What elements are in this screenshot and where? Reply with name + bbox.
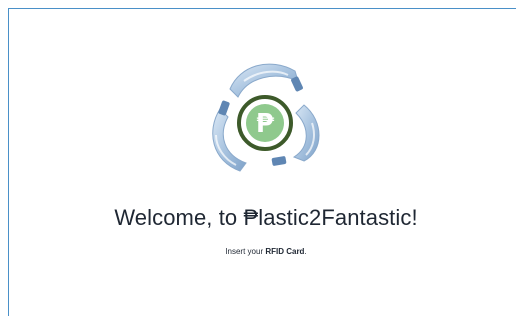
instruction-before: Insert your (225, 247, 266, 256)
recycle-bottles-peso-icon: ₱ (212, 63, 320, 172)
welcome-heading: Welcome, to ₱lastic2Fantastic! (0, 205, 516, 231)
welcome-prefix: Welcome, to (114, 205, 244, 230)
instruction-after: . (304, 247, 307, 256)
bottle-right (292, 104, 320, 162)
peso-symbol: ₱ (256, 109, 275, 139)
brand-name: ₱lastic2Fantastic! (243, 205, 418, 230)
insert-card-instruction: Insert your RFID Card. (0, 247, 516, 256)
bottle-top (229, 63, 299, 98)
instruction-emphasis: RFID Card (265, 247, 305, 256)
